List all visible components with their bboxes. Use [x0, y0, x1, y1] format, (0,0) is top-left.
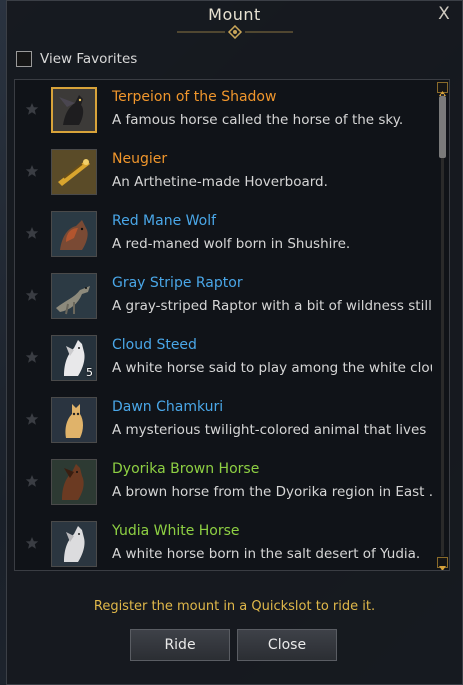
close-button[interactable]: Close: [237, 629, 337, 661]
mount-name: Dawn Chamkuri: [112, 399, 224, 415]
mount-name: Cloud Steed: [112, 337, 197, 353]
favorite-star-icon[interactable]: [25, 536, 39, 550]
favorite-star-icon[interactable]: [25, 102, 39, 116]
view-favorites-toggle[interactable]: View Favorites: [16, 49, 137, 69]
favorite-star-icon[interactable]: [25, 412, 39, 426]
scroll-down-arrow-icon[interactable]: [437, 557, 448, 570]
mount-count: 5: [86, 366, 93, 379]
mount-name: Neugier: [112, 151, 168, 167]
mount-name: Dyorika Brown Horse: [112, 461, 260, 477]
favorite-star-icon[interactable]: [25, 226, 39, 240]
brown-horse-icon: [51, 459, 97, 505]
white-horse-icon: 5: [51, 335, 97, 381]
scroll-up-arrow-icon[interactable]: [437, 82, 448, 96]
scroll-thumb[interactable]: [439, 96, 446, 158]
wolf-icon: [51, 211, 97, 257]
mount-row[interactable]: Yudia White Horse A white horse born in …: [15, 514, 439, 570]
mount-row[interactable]: Terpeion of the Shadow A famous horse ca…: [15, 80, 439, 142]
favorite-star-icon[interactable]: [25, 164, 39, 178]
mount-list: Terpeion of the Shadow A famous horse ca…: [14, 79, 450, 571]
mount-name: Terpeion of the Shadow: [112, 89, 277, 105]
mount-description: A brown horse from the Dyorika region in…: [112, 484, 432, 500]
hoverboard-icon: [51, 149, 97, 195]
favorite-star-icon[interactable]: [25, 474, 39, 488]
mount-row[interactable]: Dawn Chamkuri A mysterious twilight-colo…: [15, 390, 439, 452]
mount-description: A white horse said to play among the whi…: [112, 360, 432, 376]
mount-description: A famous horse called the horse of the s…: [112, 112, 404, 128]
mount-row[interactable]: Neugier An Arthetine-made Hoverboard.: [15, 142, 439, 204]
favorite-star-icon[interactable]: [25, 288, 39, 302]
favorite-star-icon[interactable]: [25, 350, 39, 364]
mount-row[interactable]: Red Mane Wolf A red-maned wolf born in S…: [15, 204, 439, 266]
dark-winged-horse-icon: [51, 87, 97, 133]
mount-description: A white horse born in the salt desert of…: [112, 546, 421, 562]
quickslot-hint: Register the mount in a Quickslot to rid…: [93, 599, 376, 614]
mount-name: Red Mane Wolf: [112, 213, 217, 229]
mount-description: An Arthetine-made Hoverboard.: [112, 174, 328, 190]
mount-name: Yudia White Horse: [112, 523, 240, 539]
mount-row[interactable]: 5 Cloud Steed A white horse said to play…: [15, 328, 439, 390]
view-favorites-checkbox[interactable]: [16, 51, 32, 67]
scroll-track[interactable]: [441, 94, 444, 556]
white-horse-icon: [51, 521, 97, 567]
list-scrollbar[interactable]: [437, 82, 448, 570]
title-bar[interactable]: Mount X: [7, 1, 462, 39]
chamkuri-icon: [51, 397, 97, 443]
mount-description: A gray-striped Raptor with a bit of wild…: [112, 298, 432, 314]
raptor-icon: [51, 273, 97, 319]
view-favorites-label: View Favorites: [40, 51, 138, 67]
mount-window: Mount X View Favorites Terpeion of the S…: [6, 0, 463, 685]
mount-name: Gray Stripe Raptor: [112, 275, 243, 291]
title-ornament-icon: [176, 25, 293, 39]
mount-description: A red-maned wolf born in Shushire.: [112, 236, 351, 252]
close-icon[interactable]: X: [434, 4, 454, 24]
mount-description: A mysterious twilight-colored animal tha…: [112, 422, 432, 438]
mount-row[interactable]: Gray Stripe Raptor A gray-striped Raptor…: [15, 266, 439, 328]
window-title: Mount: [208, 5, 261, 24]
ride-button[interactable]: Ride: [130, 629, 230, 661]
mount-row[interactable]: Dyorika Brown Horse A brown horse from t…: [15, 452, 439, 514]
